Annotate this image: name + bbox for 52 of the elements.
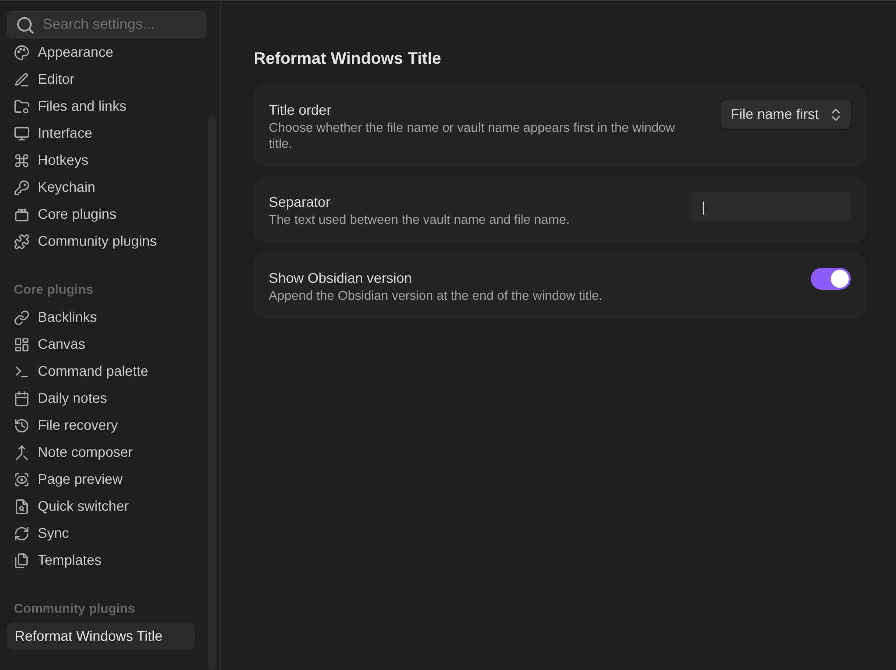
toggle-switch[interactable] xyxy=(811,268,851,290)
pencil-icon xyxy=(14,72,30,88)
puzzle-icon xyxy=(14,234,30,250)
eye-icon xyxy=(14,472,30,488)
sidebar-item[interactable]: Community plugins xyxy=(7,228,195,255)
grid-icon xyxy=(14,336,30,352)
terminal-icon xyxy=(14,364,30,380)
search-icon xyxy=(17,17,34,34)
sidebar-item[interactable]: Templates xyxy=(7,547,195,574)
file-search-icon xyxy=(14,498,30,514)
sidebar-item[interactable]: Editor xyxy=(7,66,195,93)
folder-gear-icon xyxy=(14,98,30,114)
sidebar-item[interactable]: Keychain xyxy=(7,174,195,201)
setting-name: Separator xyxy=(269,193,330,212)
sidebar-item[interactable]: Hotkeys xyxy=(7,147,195,174)
text-field[interactable]: | xyxy=(689,192,851,222)
monitor-icon xyxy=(14,126,30,142)
dropdown[interactable]: File name first xyxy=(721,100,851,129)
sidebar-item[interactable]: Canvas xyxy=(7,331,195,358)
link-icon xyxy=(14,310,30,326)
sidebar-item[interactable]: Daily notes xyxy=(7,385,195,412)
sidebar-item[interactable]: Note composer xyxy=(7,439,195,466)
sidebar-item[interactable]: Sync xyxy=(7,520,195,547)
sidebar-item[interactable]: Command palette xyxy=(7,358,195,385)
refresh-icon xyxy=(14,526,30,542)
setting-description: The text used between the vault name and file name. xyxy=(269,212,570,228)
key-icon xyxy=(14,180,30,196)
chevron-up-down-icon xyxy=(830,108,842,120)
calendar-icon xyxy=(14,390,30,406)
sidebar-item[interactable]: Backlinks xyxy=(7,304,195,331)
search-field[interactable]: Search settings... xyxy=(7,11,207,39)
sidebar-item[interactable]: Files and links xyxy=(7,93,195,120)
history-icon xyxy=(14,418,30,434)
sidebar-item[interactable]: File recovery xyxy=(7,412,195,439)
setting-description: Append the Obsidian version at the end of the window title. xyxy=(269,288,603,304)
setting-name: Show Obsidian version xyxy=(269,269,412,288)
box-icon xyxy=(14,206,30,222)
setting-description: Choose whether the file name or vault name appears first in the window title. xyxy=(269,120,676,152)
setting-name: Title order xyxy=(269,101,332,120)
sidebar-item[interactable]: Reformat Windows Title xyxy=(7,623,195,650)
files-icon xyxy=(14,552,30,568)
sidebar-item[interactable]: Quick switcher xyxy=(7,493,195,520)
section-heading: Core plugins xyxy=(14,281,94,299)
sidebar-item[interactable]: Appearance xyxy=(7,39,195,66)
palette-icon xyxy=(14,44,30,60)
merge-icon xyxy=(14,444,30,460)
section-heading: Community plugins xyxy=(14,600,136,618)
sidebar-item[interactable]: Interface xyxy=(7,120,195,147)
sidebar-item[interactable]: Page preview xyxy=(7,466,195,493)
sidebar-item[interactable]: Core plugins xyxy=(7,201,195,228)
page-title: Reformat Windows Title xyxy=(254,49,442,69)
command-key-icon xyxy=(14,152,30,168)
